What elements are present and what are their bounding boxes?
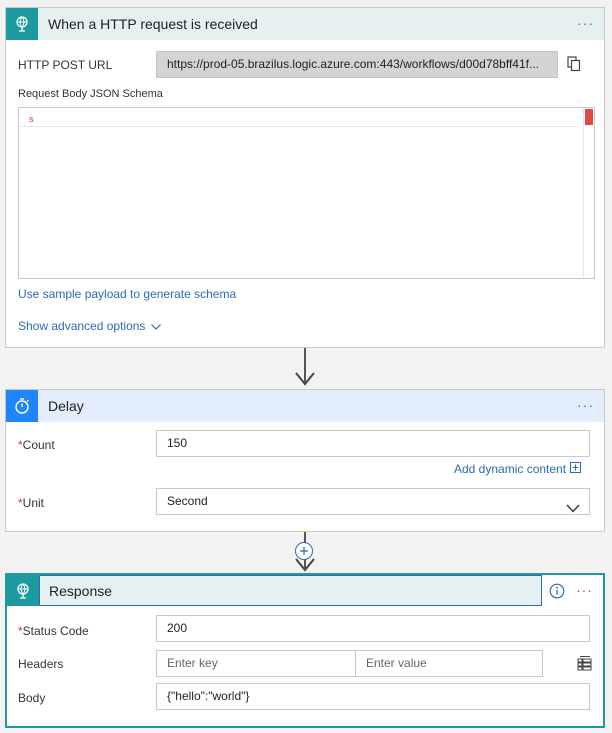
response-title-field[interactable]: Response bbox=[39, 575, 542, 606]
unit-label: *Unit bbox=[18, 496, 44, 510]
body-input[interactable]: {"hello":"world"} bbox=[156, 683, 590, 710]
http-trigger-menu-button[interactable]: ··· bbox=[577, 16, 594, 30]
response-menu-button[interactable]: ··· bbox=[576, 583, 593, 597]
info-icon[interactable] bbox=[549, 583, 565, 602]
http-trigger-title: When a HTTP request is received bbox=[48, 16, 258, 32]
copy-icon[interactable] bbox=[567, 56, 581, 75]
count-label-text: Count bbox=[22, 438, 55, 452]
count-label: *Count bbox=[18, 438, 55, 452]
http-post-url-label: HTTP POST URL bbox=[18, 58, 113, 72]
http-post-url-field[interactable]: https://prod-05.brazilus.logic.azure.com… bbox=[156, 51, 558, 78]
unit-dropdown[interactable]: Second bbox=[156, 488, 590, 515]
unit-dropdown-value: Second bbox=[167, 494, 208, 508]
delay-title: Delay bbox=[48, 398, 84, 414]
status-code-label: *Status Code bbox=[18, 624, 89, 638]
arrow-down-icon bbox=[295, 558, 315, 572]
editor-scrollbar[interactable] bbox=[583, 108, 594, 278]
headers-label: Headers bbox=[18, 657, 64, 671]
editor-overview-marker bbox=[585, 109, 593, 125]
status-code-label-text: Status Code bbox=[22, 624, 89, 638]
switch-to-text-mode-icon[interactable] bbox=[577, 656, 593, 674]
show-advanced-options-label: Show advanced options bbox=[18, 319, 146, 333]
header-key-input[interactable]: Enter key bbox=[156, 650, 356, 677]
timer-icon bbox=[6, 390, 38, 422]
unit-label-text: Unit bbox=[22, 496, 45, 510]
delay-header[interactable]: Delay ··· bbox=[6, 390, 604, 422]
header-value-input[interactable]: Enter value bbox=[355, 650, 543, 677]
status-code-input[interactable]: 200 bbox=[156, 615, 590, 642]
delay-menu-button[interactable]: ··· bbox=[577, 398, 594, 412]
editor-current-line bbox=[19, 110, 579, 127]
editor-error-marker: s bbox=[29, 114, 34, 124]
response-card: Response ··· *Status Code 200 Headers En… bbox=[5, 573, 605, 728]
http-trigger-header[interactable]: When a HTTP request is received ··· bbox=[6, 8, 604, 40]
add-dynamic-content-label: Add dynamic content bbox=[454, 462, 567, 476]
chevron-down-icon bbox=[151, 319, 162, 333]
response-title: Response bbox=[49, 583, 113, 599]
request-body-schema-label: Request Body JSON Schema bbox=[18, 88, 163, 100]
delay-card: Delay ··· *Count 150 Add dynamic content… bbox=[5, 389, 605, 532]
count-input[interactable]: 150 bbox=[156, 430, 590, 457]
response-header[interactable]: Response ··· bbox=[7, 575, 603, 606]
body-label: Body bbox=[18, 691, 46, 705]
globe-icon bbox=[6, 8, 38, 40]
add-box-icon bbox=[570, 462, 582, 476]
arrow-down-icon bbox=[295, 372, 315, 386]
http-trigger-card: When a HTTP request is received ··· HTTP… bbox=[5, 7, 605, 348]
show-advanced-options-link[interactable]: Show advanced options bbox=[18, 319, 162, 333]
add-dynamic-content-link[interactable]: Add dynamic content bbox=[454, 462, 582, 476]
plus-icon bbox=[300, 547, 308, 555]
generate-schema-link[interactable]: Use sample payload to generate schema bbox=[18, 287, 236, 301]
globe-icon bbox=[7, 575, 39, 606]
chevron-down-icon bbox=[566, 497, 580, 514]
request-body-schema-editor[interactable]: s bbox=[18, 107, 595, 279]
